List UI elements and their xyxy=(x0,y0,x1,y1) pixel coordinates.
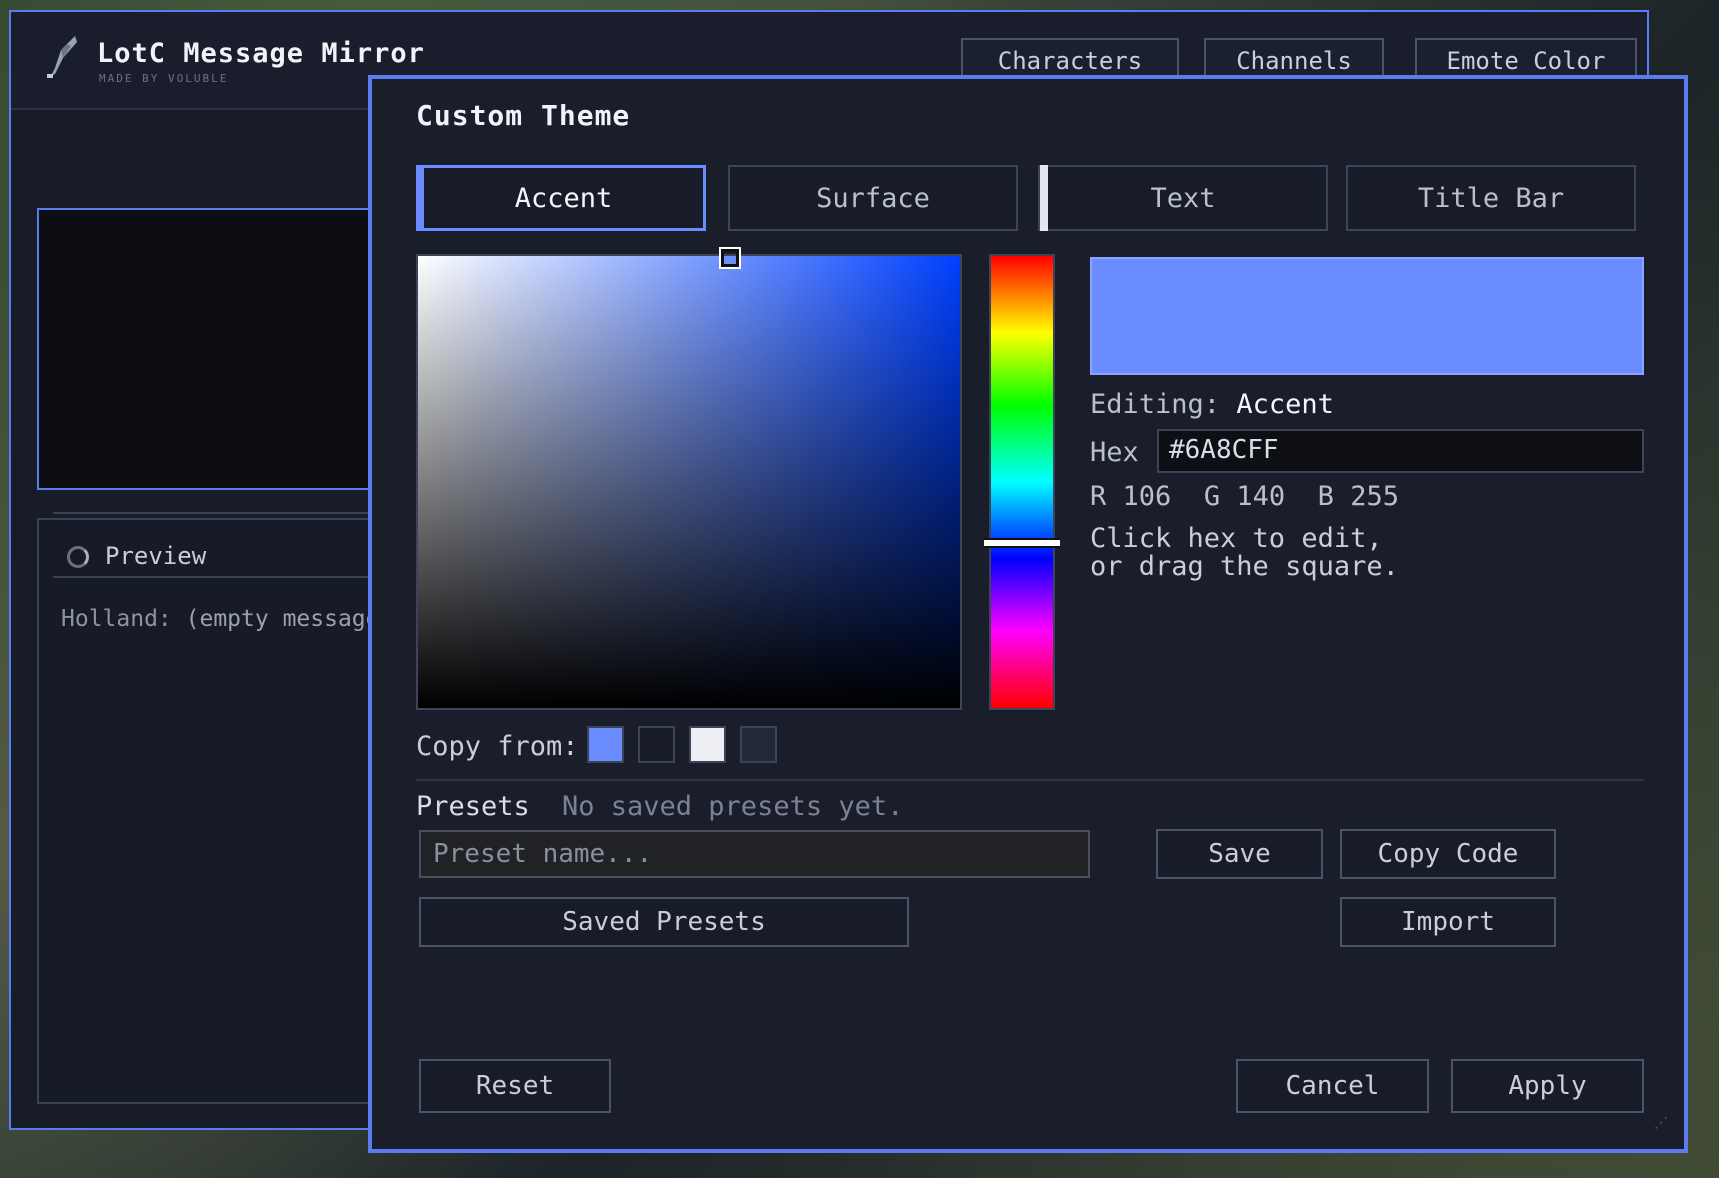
editing-line: Editing: Accent xyxy=(1090,389,1334,420)
copy-from-label: Copy from: xyxy=(416,731,579,762)
hue-slider-handle[interactable] xyxy=(984,538,1060,549)
g-value: 140 xyxy=(1236,481,1286,512)
saturation-value-picker[interactable] xyxy=(416,254,962,710)
tab-text-marker xyxy=(1040,165,1048,231)
sv-picker-handle[interactable] xyxy=(719,247,741,269)
saved-presets-button[interactable]: Saved Presets xyxy=(419,897,909,947)
copy-swatch-text[interactable] xyxy=(689,726,726,763)
hint-line-1: Click hex to edit, xyxy=(1090,523,1383,554)
r-label: R xyxy=(1090,481,1107,512)
tab-title-bar[interactable]: Title Bar xyxy=(1346,165,1636,231)
hint-line-2: or drag the square. xyxy=(1090,551,1399,582)
message-display-area xyxy=(37,208,377,490)
import-button[interactable]: Import xyxy=(1340,897,1556,947)
copy-swatch-title-bar[interactable] xyxy=(740,726,777,763)
app-subtitle: MADE BY VOLUBLE xyxy=(99,72,229,85)
cancel-button[interactable]: Cancel xyxy=(1236,1059,1429,1113)
preview-spinner-icon xyxy=(67,546,89,568)
b-label: B xyxy=(1317,481,1334,512)
save-preset-button[interactable]: Save xyxy=(1156,829,1323,879)
hex-label: Hex xyxy=(1090,437,1139,468)
copy-swatch-surface[interactable] xyxy=(638,726,675,763)
tab-text-label: Text xyxy=(1150,182,1216,214)
presets-empty-text: No saved presets yet. xyxy=(562,791,904,822)
reset-button[interactable]: Reset xyxy=(419,1059,611,1113)
copy-code-button[interactable]: Copy Code xyxy=(1340,829,1556,879)
custom-theme-dialog: Custom Theme Accent Surface Text Title B… xyxy=(368,75,1688,1153)
tab-accent[interactable]: Accent xyxy=(416,165,706,231)
editing-value: Accent xyxy=(1236,389,1334,420)
hue-slider[interactable] xyxy=(989,254,1055,710)
g-label: G xyxy=(1203,481,1221,512)
color-preview-swatch xyxy=(1090,257,1644,375)
tab-text[interactable]: Text xyxy=(1038,165,1328,231)
resize-grip-icon[interactable]: ⋰ xyxy=(1654,1116,1678,1143)
apply-button[interactable]: Apply xyxy=(1451,1059,1644,1113)
copy-swatch-accent[interactable] xyxy=(587,726,624,763)
rgb-readout: R 106 G 140 B 255 xyxy=(1090,481,1399,512)
r-value: 106 xyxy=(1122,481,1172,512)
quill-logo-icon xyxy=(47,36,77,78)
tab-surface[interactable]: Surface xyxy=(728,165,1018,231)
presets-label: Presets xyxy=(416,791,530,822)
preset-name-input[interactable] xyxy=(419,830,1090,878)
preview-message: (empty message) xyxy=(185,606,394,632)
presets-divider xyxy=(416,779,1644,781)
editing-label: Editing: xyxy=(1090,389,1221,420)
preview-panel: Preview Holland: (empty message) xyxy=(37,518,393,1104)
preview-label: Preview xyxy=(105,542,207,570)
hex-input[interactable]: #6A8CFF xyxy=(1157,429,1644,473)
preview-sender: Holland: xyxy=(61,606,172,632)
preview-message-line: Holland: (empty message) xyxy=(61,606,393,632)
dialog-title: Custom Theme xyxy=(416,99,631,132)
b-value: 255 xyxy=(1350,481,1399,512)
preview-header: Preview xyxy=(53,534,373,578)
app-title: LotC Message Mirror xyxy=(97,38,425,69)
divider xyxy=(53,512,383,514)
